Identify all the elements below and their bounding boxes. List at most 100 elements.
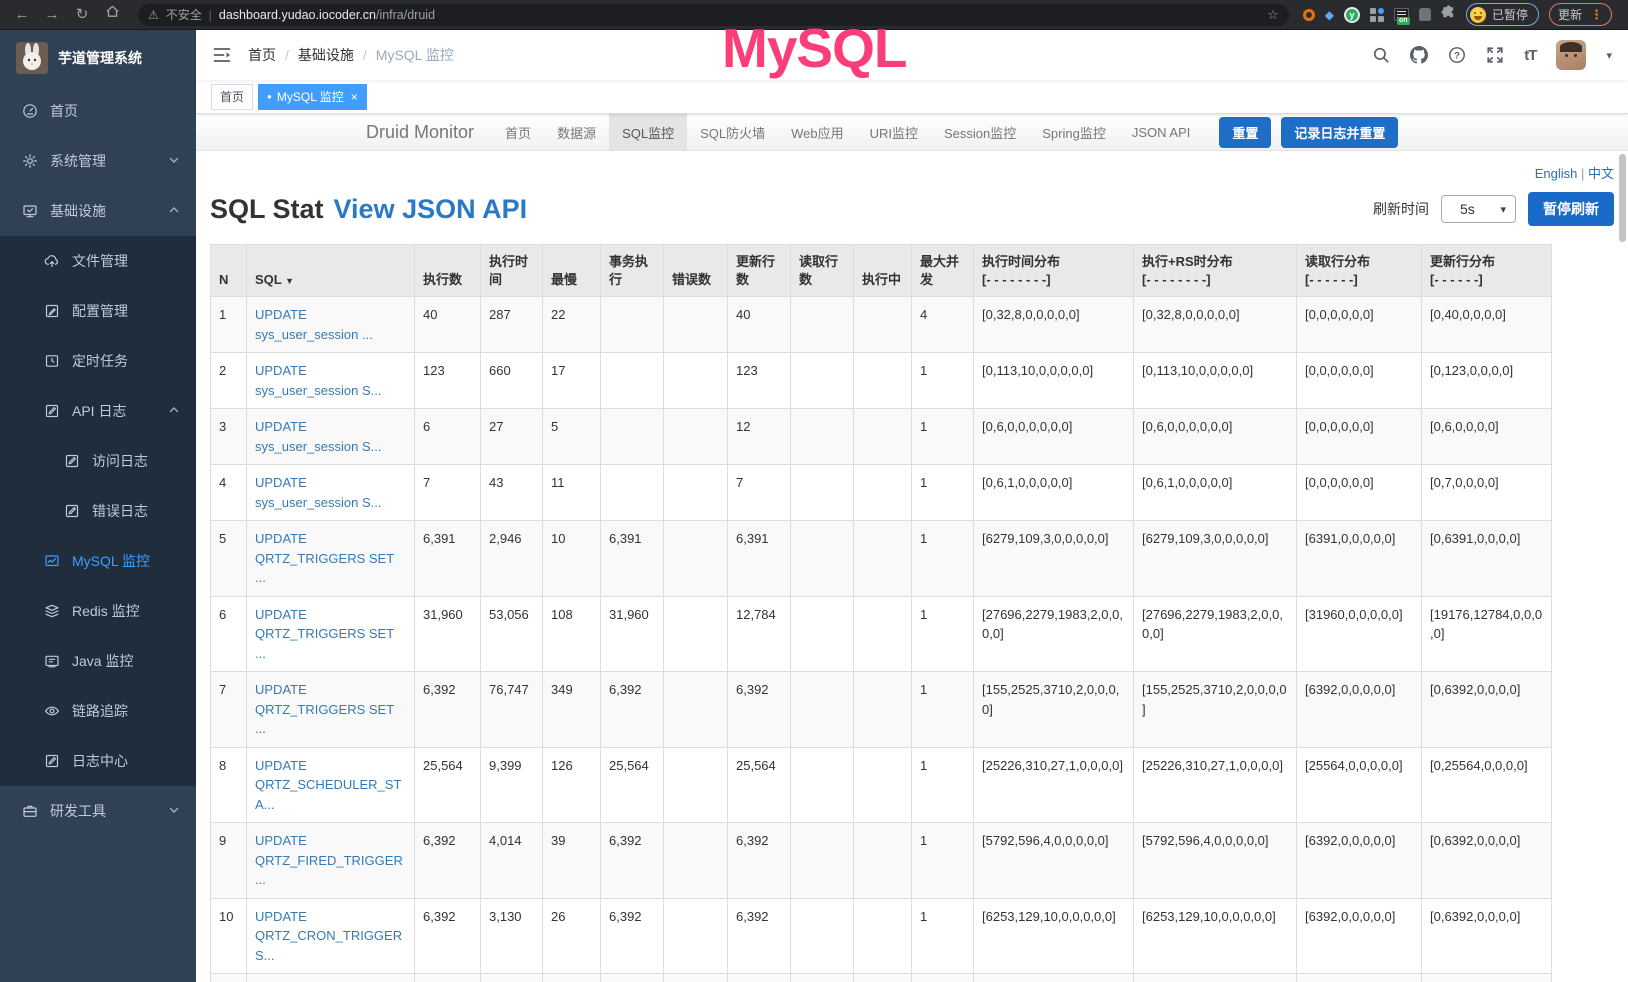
help-icon[interactable]: ? [1448, 46, 1466, 64]
search-icon[interactable] [1372, 46, 1390, 64]
extension-misc-icon[interactable] [1419, 8, 1431, 21]
extension-donut-icon[interactable] [1303, 9, 1315, 21]
user-avatar[interactable] [1556, 40, 1586, 70]
forward-icon[interactable]: → [40, 0, 64, 30]
druid-navbar: Druid Monitor 首页数据源SQL监控SQL防火墙Web应用URI监控… [196, 114, 1628, 151]
lang-chinese-link[interactable]: 中文 [1588, 166, 1614, 181]
tag-1[interactable]: 首页 [211, 84, 253, 110]
cell: 6,392 [415, 898, 481, 974]
refresh-interval-select[interactable]: 5s ▾ [1441, 195, 1516, 223]
druid-nav-6[interactable]: URI监控 [857, 114, 931, 150]
sidebar-item-label: Java 监控 [72, 651, 133, 671]
sidebar-item-5[interactable]: 配置管理 [0, 286, 196, 336]
github-icon[interactable] [1410, 46, 1428, 64]
log-and-reset-button[interactable]: 记录日志并重置 [1281, 117, 1398, 148]
druid-nav-5[interactable]: Web应用 [778, 114, 857, 150]
chrome-update-button[interactable]: 更新 ⋮ [1549, 3, 1612, 26]
druid-nav-7[interactable]: Session监控 [931, 114, 1029, 150]
paused-label: 已暂停 [1492, 6, 1528, 23]
cell [664, 297, 728, 353]
druid-nav-8[interactable]: Spring监控 [1029, 114, 1119, 150]
font-size-icon[interactable]: tT [1524, 47, 1536, 64]
config-icon [44, 303, 60, 319]
top-navbar: 首页 / 基础设施 / MySQL 监控 ? tT [196, 30, 1628, 80]
druid-brand[interactable]: Druid Monitor [366, 114, 474, 150]
cell: [0,0,0,0,0,0] [1297, 297, 1422, 353]
druid-nav-2[interactable]: 数据源 [544, 114, 609, 150]
sql-link[interactable]: UPDATE sys_user_session S... [255, 475, 381, 510]
tag-2[interactable]: ●MySQL 监控× [258, 84, 367, 110]
druid-nav-1[interactable]: 首页 [492, 114, 544, 150]
cell [791, 297, 854, 353]
cell: 6 [415, 409, 481, 465]
pause-refresh-button[interactable]: 暂停刷新 [1528, 192, 1614, 226]
cell [791, 521, 854, 597]
sql-link[interactable]: UPDATE sys_user_session S... [255, 363, 381, 398]
timer-icon [44, 353, 60, 369]
extension-grid-icon[interactable] [1370, 8, 1384, 22]
fullscreen-icon[interactable] [1486, 46, 1504, 64]
sidebar-item-2[interactable]: 系统管理 [0, 136, 196, 186]
sidebar-item-9[interactable]: 错误日志 [0, 486, 196, 536]
sidebar-toggle-icon[interactable] [212, 45, 232, 65]
breadcrumb-home[interactable]: 首页 [248, 45, 276, 65]
home-icon[interactable] [100, 0, 124, 30]
column-header-5: 最慢 [543, 245, 601, 297]
cell: 25,564 [601, 747, 664, 823]
extension-green-icon[interactable]: y [1344, 7, 1360, 23]
sidebar-item-3[interactable]: 基础设施 [0, 186, 196, 236]
lang-english-link[interactable]: English [1535, 166, 1578, 181]
column-header-2[interactable]: SQL ▼ [247, 245, 415, 297]
druid-nav-3[interactable]: SQL监控 [609, 114, 687, 150]
sidebar-item-10[interactable]: MySQL 监控 [0, 536, 196, 586]
view-json-api-link[interactable]: View JSON API [334, 194, 528, 224]
tag-close-icon[interactable]: × [351, 90, 358, 104]
sidebar-item-1[interactable]: 首页 [0, 86, 196, 136]
breadcrumb-infra[interactable]: 基础设施 [298, 45, 354, 65]
sidebar-item-4[interactable]: 文件管理 [0, 236, 196, 286]
bookmark-star-icon[interactable]: ☆ [1267, 7, 1279, 23]
sql-link[interactable]: UPDATE QRTZ_SCHEDULER_STA... [255, 758, 401, 812]
profile-paused-chip[interactable]: 已暂停 [1466, 3, 1539, 26]
sidebar-item-11[interactable]: Redis 监控 [0, 586, 196, 636]
sidebar-item-label: 链路追踪 [72, 701, 128, 721]
back-icon[interactable]: ← [10, 0, 34, 30]
cell [664, 596, 728, 672]
sql-link[interactable]: UPDATE QRTZ_TRIGGERS SET ... [255, 531, 394, 585]
sql-link[interactable]: UPDATE QRTZ_FIRED_TRIGGER... [255, 833, 403, 887]
sql-link[interactable]: UPDATE sys_user_session S... [255, 419, 381, 454]
extension-list-icon[interactable]: on [1394, 8, 1409, 21]
druid-nav-9[interactable]: JSON API [1119, 114, 1204, 150]
cell: 1 [912, 672, 974, 748]
sql-link[interactable]: UPDATE QRTZ_TRIGGERS SET ... [255, 682, 394, 736]
cell: 4,014 [481, 823, 543, 899]
sidebar-item-8[interactable]: 访问日志 [0, 436, 196, 486]
sql-link[interactable]: UPDATE sys_user_session ... [255, 307, 373, 342]
cell [664, 747, 728, 823]
cell: 6,392 [601, 898, 664, 974]
column-header-sub: [- - - - - -] [1305, 271, 1413, 289]
reset-button[interactable]: 重置 [1219, 117, 1271, 148]
sql-link[interactable]: UPDATE QRTZ_CRON_TRIGGERS... [255, 909, 402, 963]
profile-emoji-icon [1470, 7, 1486, 23]
extension-gem-icon[interactable]: ◆ [1325, 8, 1334, 22]
address-bar[interactable]: ⚠ 不安全 | dashboard.yudao.iocoder.cn/infra… [138, 4, 1289, 26]
content-scrollbar[interactable] [1619, 154, 1626, 242]
table-row: 2UPDATE sys_user_session S...12366017123… [211, 353, 1552, 409]
sidebar-item-15[interactable]: 研发工具 [0, 786, 196, 836]
cell: 5 [543, 409, 601, 465]
druid-nav-4[interactable]: SQL防火墙 [687, 114, 778, 150]
reload-icon[interactable]: ↻ [70, 0, 94, 30]
cell: 123 [728, 353, 791, 409]
avatar-caret-down-icon[interactable]: ▾ [1606, 49, 1612, 62]
browser-menu-icon[interactable]: ⋮ [1590, 7, 1603, 23]
cell: [0,0,0,0,0,0] [1297, 974, 1422, 982]
sidebar-item-6[interactable]: 定时任务 [0, 336, 196, 386]
sql-link[interactable]: UPDATE QRTZ_TRIGGERS SET ... [255, 607, 394, 661]
extensions-puzzle-icon[interactable] [1441, 5, 1456, 25]
sidebar-item-7[interactable]: API 日志 [0, 386, 196, 436]
sidebar-item-12[interactable]: Java 监控 [0, 636, 196, 686]
cell: 7 [728, 465, 791, 521]
sidebar-item-14[interactable]: 日志中心 [0, 736, 196, 786]
sidebar-item-13[interactable]: 链路追踪 [0, 686, 196, 736]
